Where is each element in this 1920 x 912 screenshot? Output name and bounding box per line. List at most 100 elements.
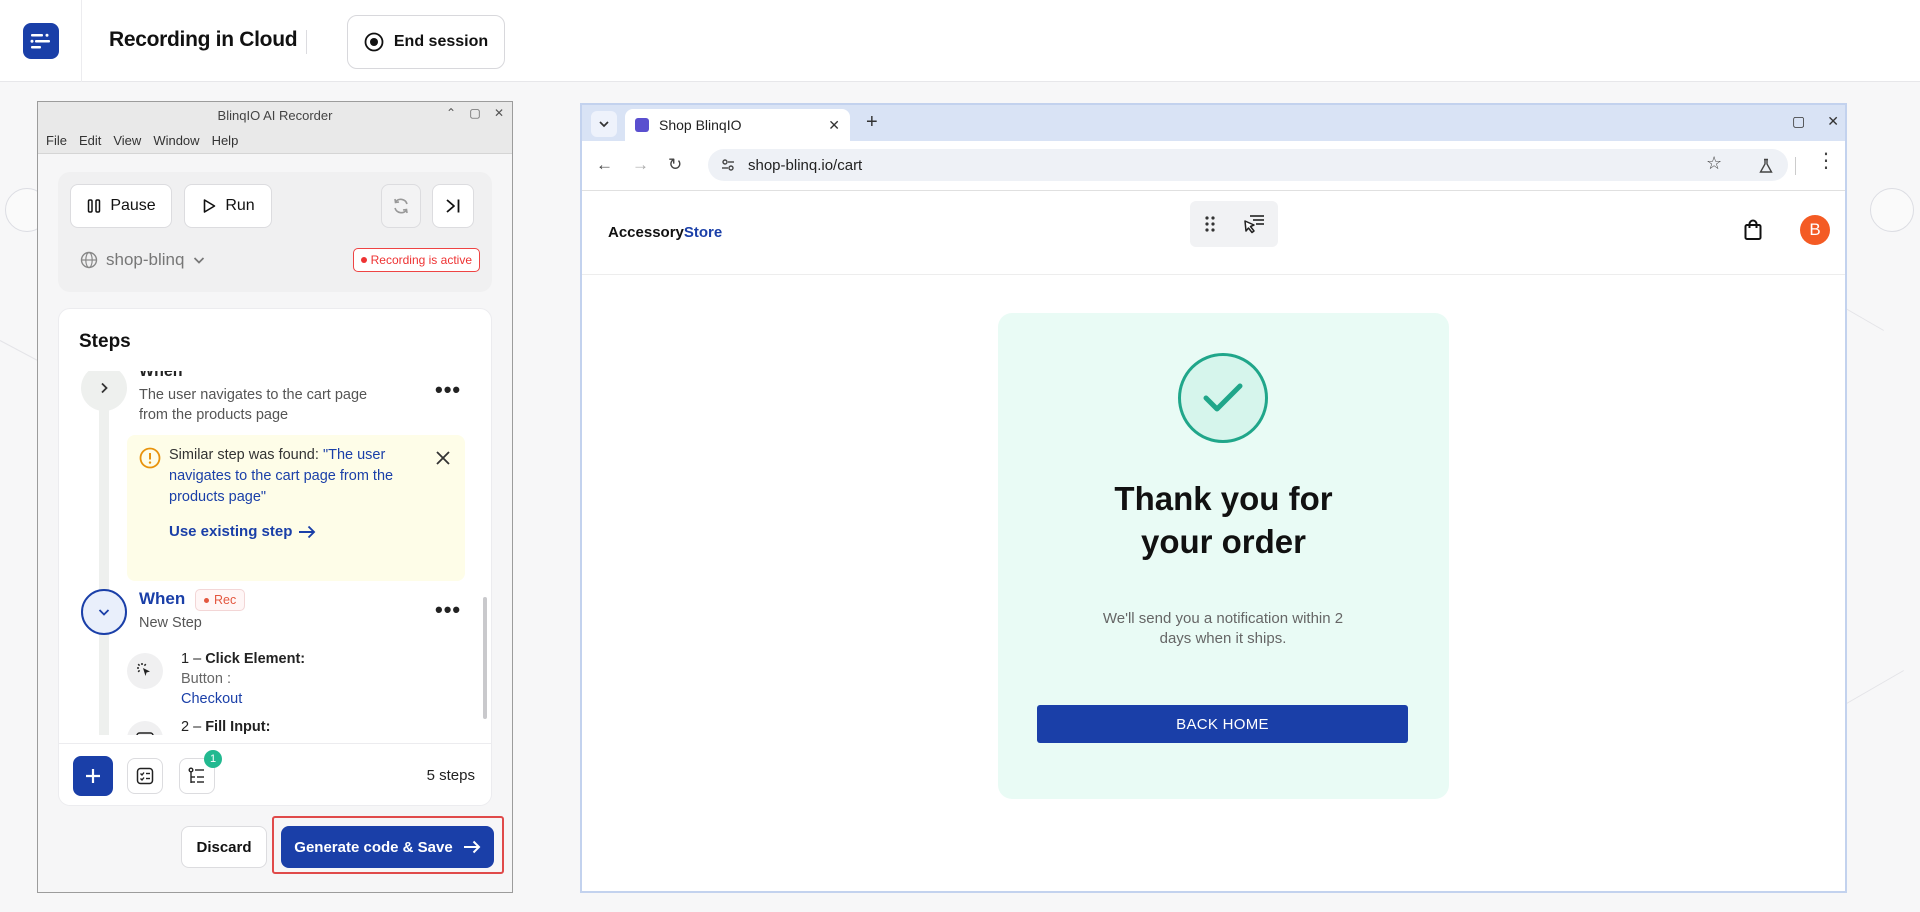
chevron-right-icon (101, 382, 108, 394)
step-keyword: When (139, 371, 183, 380)
steps-title: Steps (79, 331, 131, 352)
browser-tab-shop[interactable]: Shop BlinqIO ✕ (625, 109, 850, 141)
steps-panel: Steps When The user navigates to the car… (58, 308, 492, 806)
web-page: AccessoryStore B Thank you for your orde… (582, 191, 1845, 891)
reload-icon[interactable]: ↻ (668, 155, 682, 175)
skip-to-end-button[interactable] (432, 184, 474, 228)
brand-main: Accessory (608, 224, 684, 241)
step-collapse-toggle[interactable] (81, 589, 127, 635)
recorder-menubar: File Edit View Window Help (38, 128, 512, 154)
recording-status-text: Recording is active (370, 253, 472, 267)
toolbar-divider (1795, 157, 1796, 175)
close-icon[interactable] (435, 450, 451, 466)
step-subtitle: New Step (139, 615, 202, 631)
cart-bag-icon[interactable] (1743, 219, 1763, 241)
site-brand-logo[interactable]: AccessoryStore (608, 224, 722, 241)
action-separator: – (193, 651, 206, 667)
chevron-down-icon (194, 257, 205, 264)
run-label: Run (225, 197, 255, 214)
add-step-button[interactable] (73, 756, 113, 796)
run-button[interactable]: Run (184, 184, 272, 228)
pause-button[interactable]: Pause (70, 184, 172, 228)
maximize-icon[interactable]: ▢ (1792, 113, 1805, 130)
close-icon[interactable]: ✕ (492, 106, 506, 120)
logo-icon[interactable] (22, 23, 59, 59)
notification-count-badge: 1 (204, 750, 222, 768)
rec-badge: Rec (195, 589, 246, 611)
recording-status-badge: Recording is active (352, 248, 480, 272)
site-header: AccessoryStore B (582, 191, 1845, 275)
menu-window[interactable]: Window (153, 133, 199, 148)
kebab-icon[interactable]: ⋮ (1816, 151, 1836, 171)
arrow-right-icon (463, 840, 481, 854)
recorder-titlebar[interactable]: BlinqIO AI Recorder ⌃ ▢ ✕ (38, 102, 512, 128)
tab-title: Shop BlinqIO (659, 117, 742, 133)
end-session-button[interactable]: End session (347, 15, 505, 69)
minimize-icon[interactable]: ⌃ (444, 106, 458, 120)
steps-scrollbar[interactable] (483, 597, 487, 719)
menu-help[interactable]: Help (212, 133, 239, 148)
address-bar[interactable]: shop-blinq.io/cart (708, 149, 1788, 181)
globe-icon (80, 251, 98, 269)
steps-count: 5 steps (426, 767, 475, 784)
tab-search-button[interactable] (591, 111, 617, 137)
step-options-button[interactable]: ••• (435, 597, 461, 623)
generate-label: Generate code & Save (294, 838, 453, 856)
refresh-button[interactable] (381, 184, 421, 228)
recorder-tool-palette (1190, 201, 1278, 247)
steps-footer: 1 5 steps (59, 743, 491, 805)
project-name: shop-blinq (106, 250, 185, 269)
click-action-icon-wrap (127, 653, 163, 689)
pause-label: Pause (110, 197, 156, 214)
discard-button[interactable]: Discard (181, 826, 267, 868)
star-icon[interactable]: ☆ (1706, 153, 1722, 174)
checklist-icon (136, 767, 154, 785)
close-tab-icon[interactable]: ✕ (828, 117, 840, 134)
close-icon[interactable]: ✕ (1827, 113, 1839, 130)
drag-handle-icon[interactable] (1203, 215, 1217, 233)
maximize-icon[interactable]: ▢ (468, 106, 482, 120)
browser-toolbar: ← → ↻ shop-blinq.io/cart ☆ ⋮ (582, 141, 1845, 191)
menu-view[interactable]: View (113, 133, 141, 148)
fill-action-icon-wrap (127, 721, 163, 735)
action-target-name[interactable]: Checkout (181, 691, 242, 707)
step-tree-button[interactable]: 1 (179, 750, 222, 794)
action-index: 1 (181, 651, 190, 667)
browser-tabbar: Shop BlinqIO ✕ + ▢ ✕ (582, 105, 1845, 141)
action-name: Click Element: (205, 651, 306, 667)
back-home-button[interactable]: BACK HOME (1037, 705, 1408, 743)
control-panel: Pause Run shop-blinq Recording is active (58, 172, 492, 292)
keyboard-icon (136, 732, 154, 735)
pause-icon (88, 199, 101, 213)
pointer-list-icon[interactable] (1242, 213, 1266, 235)
warning-icon (139, 447, 161, 469)
step-expand-toggle[interactable] (81, 371, 127, 411)
step-options-button[interactable]: ••• (435, 377, 461, 403)
checkmark-icon (1178, 353, 1268, 443)
recording-dot (360, 257, 367, 263)
forward-arrow-icon[interactable]: → (632, 155, 649, 175)
tree-list-icon (188, 767, 204, 783)
back-arrow-icon[interactable]: ← (596, 155, 613, 175)
action-target-type: Button : (181, 671, 231, 687)
project-selector[interactable]: shop-blinq (80, 250, 206, 270)
menu-file[interactable]: File (46, 133, 67, 148)
generate-code-save-button[interactable]: Generate code & Save (281, 826, 494, 868)
site-settings-icon (722, 159, 734, 171)
lab-icon[interactable] (1758, 158, 1774, 174)
warning-message: Similar step was found: "The user naviga… (169, 445, 429, 508)
checklist-button[interactable] (127, 758, 163, 794)
steps-list[interactable]: When The user navigates to the cart page… (59, 371, 491, 735)
avatar[interactable]: B (1800, 215, 1830, 245)
action-line: 1 – Click Element: (181, 651, 305, 667)
use-existing-step-link[interactable]: Use existing step (169, 523, 316, 540)
play-icon (204, 199, 216, 213)
plus-icon (86, 769, 100, 783)
refresh-icon (394, 198, 408, 214)
menu-edit[interactable]: Edit (79, 133, 101, 148)
thank-you-message: We'll send you a notification within 2 d… (1102, 610, 1344, 647)
click-icon (137, 663, 150, 676)
new-tab-button[interactable]: + (866, 111, 878, 134)
recorder-window: BlinqIO AI Recorder ⌃ ▢ ✕ File Edit View… (37, 101, 513, 893)
bg-decoration-circle (1870, 188, 1914, 232)
